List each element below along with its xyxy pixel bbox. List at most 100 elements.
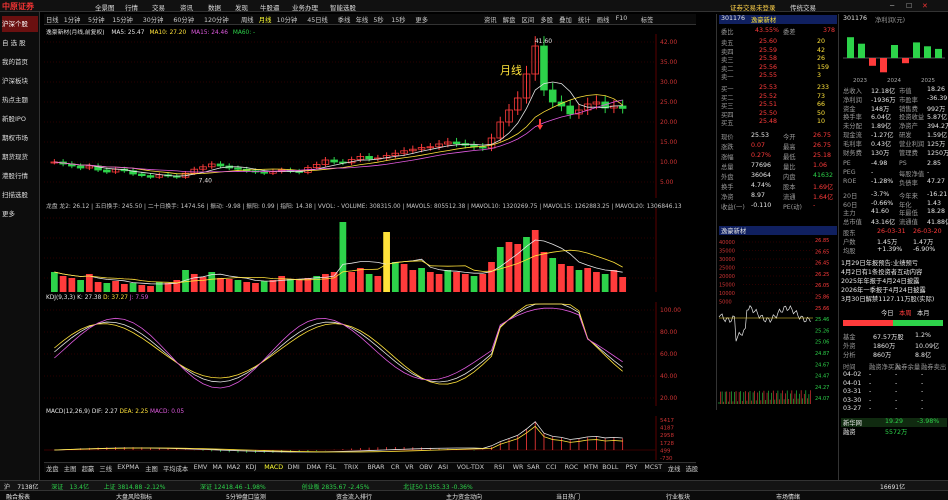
indicator-tab-4[interactable]: EXPMA [117,464,139,471]
indicator-tab-29[interactable]: PSY [626,464,638,471]
indicator-tab-10[interactable]: KDJ [245,464,256,471]
intraday-chart[interactable]: 40000 35000 30000 25000 20000 15000 10000 5000 2… [717,236,839,408]
period-tab-10[interactable]: 45日线 [307,15,328,24]
period-tab-0[interactable]: 日线 [46,15,59,24]
tool-button-6[interactable]: 画线 [597,15,610,24]
flow-tab-1[interactable]: 本周 [899,308,912,317]
tool-button-5[interactable]: 统计 [578,15,591,24]
period-tab-3[interactable]: 15分钟 [112,15,133,24]
ticker-item-3[interactable]: 资金流入排行 [336,492,372,500]
indicator-tab-25[interactable]: CCI [546,464,557,471]
menu-item-1[interactable]: 行情 [125,2,138,12]
indicator-tab-18[interactable]: VR [405,464,414,471]
news-item-2[interactable]: 2025年年报于4月24日披露 [841,276,947,285]
sidebar-item-7[interactable]: 期货现货 [2,149,38,165]
period-tab-8[interactable]: 月线 [259,15,272,24]
ticker-item-0[interactable]: 融合报表 [6,492,30,500]
indicator-tab-20[interactable]: ASI [438,464,448,471]
sidebar-item-9[interactable]: 扫描选股 [2,187,38,203]
indicator-tab-22[interactable]: RSI [494,464,504,471]
indicator-tab-9[interactable]: MA2 [227,464,241,471]
period-tab-4[interactable]: 30分钟 [143,15,164,24]
ticker-item-4[interactable]: 主力资金动向 [446,492,482,500]
period-tab-11[interactable]: 季线 [338,15,351,24]
menu-item-7[interactable]: 业务办理 [292,2,318,12]
sell-level-4[interactable]: 卖一 25.55 3 [719,72,837,81]
sidebar-item-4[interactable]: 热点主题 [2,92,38,108]
indicator-tab-21[interactable]: VOL-TDX [457,464,484,471]
indicator-tab-24[interactable]: SAR [527,464,540,471]
news-item-3[interactable]: 2026年一季报于4月24日披露 [841,285,947,294]
maximize-icon[interactable]: ☐ [906,2,912,10]
minimize-icon[interactable]: ─ [890,2,894,10]
sidebar-item-2[interactable]: 我的首页 [2,54,38,70]
period-tab-2[interactable]: 5分钟 [88,15,105,24]
ticker-item-1[interactable]: 大盘风险指标 [116,492,152,500]
sidebar-item-5[interactable]: 新股IPO [2,111,38,127]
tool-button-7[interactable]: F10 [616,15,628,22]
indicator-tab-19[interactable]: OBV [419,464,432,471]
menu-item-5[interactable]: 发现 [235,2,248,12]
flow-tab-2[interactable]: 本月 [917,308,930,317]
tool-button-0[interactable]: 资讯 [484,15,497,24]
profit-chart[interactable]: 2023 2024 2025 [839,26,948,84]
kline-chart[interactable]: 42.00 35.00 30.00 25.00 20.00 15.00 10.00 5.00 4… [44,34,696,198]
period-tab-12[interactable]: 年线 [356,15,369,24]
news-item-1[interactable]: 4月2日有1条投资者互动内容 [841,267,947,276]
period-tab-6[interactable]: 120分钟 [204,15,229,24]
indicator-tab-23[interactable]: WR [513,464,524,471]
kdj-chart[interactable]: 100.00 80.00 60.00 40.00 20.00 [44,302,696,406]
period-tab-13[interactable]: 5秒 [373,15,383,24]
indicator-tab-17[interactable]: CR [391,464,400,471]
indicator-tab-0[interactable]: 龙盘 [46,464,59,473]
indicator-tab-15[interactable]: TRIX [344,464,358,471]
volume-chart[interactable] [44,208,696,292]
indicator-tab-27[interactable]: MTM [583,464,598,471]
indicator-tab-6[interactable]: 平均成本 [163,464,188,473]
sidebar-item-1[interactable]: 自 选 股 [2,35,38,51]
indicator-tab-32[interactable]: 选股 [686,464,699,473]
sidebar-item-10[interactable]: 更多 [2,206,38,222]
tool-button-8[interactable]: 标签 [641,15,654,24]
menu-item-0[interactable]: 全景图 [95,2,115,12]
period-tab-14[interactable]: 15秒 [391,15,405,24]
menu-item-4[interactable]: 数据 [208,2,221,12]
edition-label[interactable]: 传统交易 [790,2,816,12]
ticker-item-7[interactable]: 市场情绪 [776,492,800,500]
indicator-tab-8[interactable]: MA [212,464,222,471]
indicator-tab-13[interactable]: DMA [306,464,321,471]
sidebar-item-3[interactable]: 沪深板块 [2,73,38,89]
sidebar-item-8[interactable]: 港股行情 [2,168,38,184]
buy-level-4[interactable]: 买五 25.48 10 [719,118,837,127]
news-item-4[interactable]: 3月30日解禁1127.11万股(实际) [841,294,947,303]
indicator-tab-26[interactable]: ROC [565,464,579,471]
indicator-tab-2[interactable]: 超赢 [82,464,95,473]
login-status[interactable]: 证券交易未登录 [730,2,776,12]
indicator-tab-14[interactable]: FSL [325,464,336,471]
indicator-tab-31[interactable]: 龙线 [668,464,681,473]
sidebar-item-6[interactable]: 期权市场 [2,130,38,146]
indicator-tab-12[interactable]: DMI [288,464,300,471]
period-tab-9[interactable]: 10分钟 [277,15,298,24]
ticker-item-2[interactable]: 5分钟盘口监测 [226,492,266,500]
menu-item-6[interactable]: 牛股逼 [260,2,280,12]
tool-button-2[interactable]: 区间 [522,15,535,24]
tool-button-1[interactable]: 解盘 [503,15,516,24]
indicator-tab-7[interactable]: EMV [194,464,208,471]
ticker-item-6[interactable]: 行业板块 [666,492,690,500]
menu-item-2[interactable]: 交易 [152,2,165,12]
news-item-0[interactable]: 1月29日年报预告:业绩预亏 [841,258,947,267]
period-tab-15[interactable]: 更多 [415,15,428,24]
indicator-tab-16[interactable]: BRAR [367,464,384,471]
sidebar-item-0[interactable]: 沪深个股 [2,16,38,32]
indicator-tab-11[interactable]: MACD [264,464,283,471]
ticker-item-5[interactable]: 当日热门 [556,492,580,500]
indicator-tab-30[interactable]: MCST [644,464,662,471]
flow-tab-0[interactable]: 今日 [881,308,894,317]
close-icon[interactable]: ✕ [922,2,928,10]
tool-button-4[interactable]: 叠加 [559,15,572,24]
macd-chart[interactable]: 5417 41872958 1728499 -730 [44,416,696,460]
indicator-tab-28[interactable]: BOLL [602,464,618,471]
menu-item-8[interactable]: 智能选股 [330,2,356,12]
period-tab-5[interactable]: 60分钟 [173,15,194,24]
